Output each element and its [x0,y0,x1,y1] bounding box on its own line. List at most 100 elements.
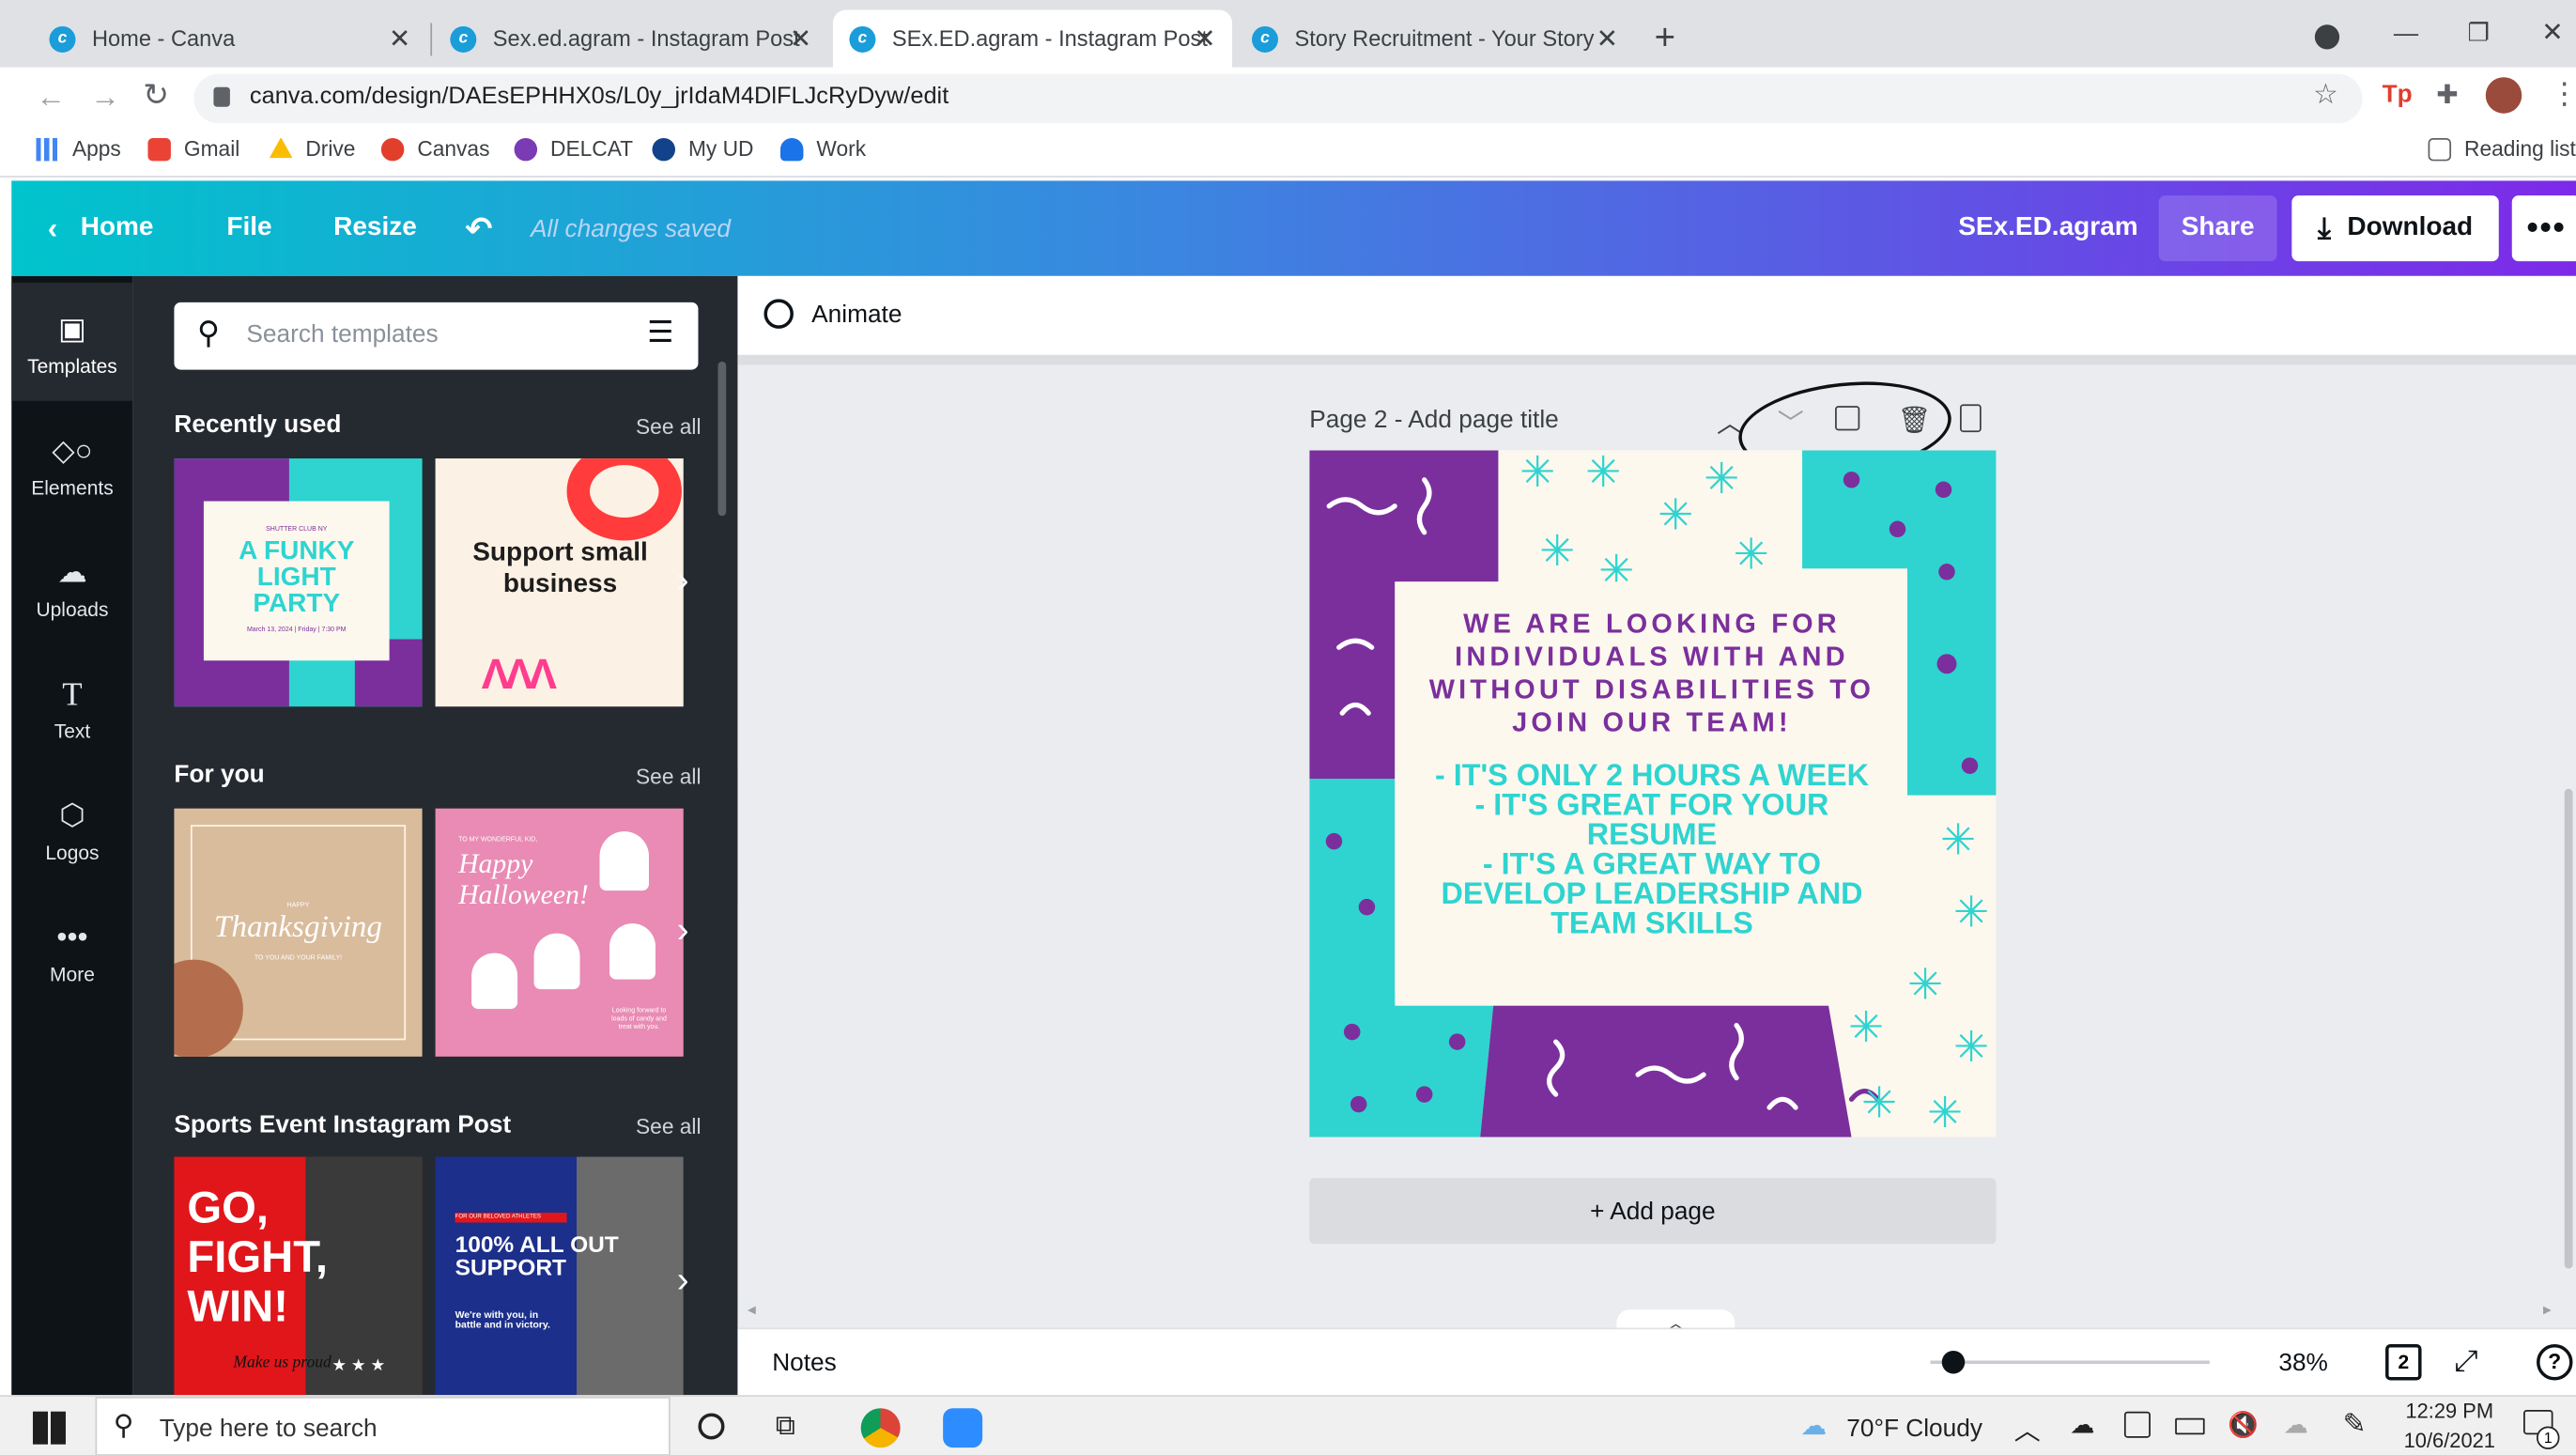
rail-label: More [50,963,95,986]
reading-list[interactable]: Reading list [2428,136,2576,161]
browser-tab-sexedagram-active[interactable]: c SEx.ED.agram - Instagram Post ✕ [832,9,1233,68]
chevron-right-icon[interactable]: › [677,908,689,951]
clock[interactable]: 12:29 PM 10/6/2021 [2402,1400,2497,1452]
tab-search-icon[interactable] [2314,24,2340,50]
zigzag-shape: ΛΛΛ [481,648,558,699]
halloween-title: Happy Halloween! [458,847,589,911]
template-thumb-support-small-business[interactable]: Support small business ΛΛΛ [435,458,684,707]
zoom-slider[interactable] [1930,1350,2210,1374]
minimize-window-icon[interactable]: — [2394,20,2418,48]
close-tab-icon[interactable]: ✕ [1194,23,1215,55]
bookmark-star-icon[interactable]: ☆ [2313,79,2338,112]
address-bar[interactable]: canva.com/design/DAEsEPHHX0s/L0y_jrIdaM4… [193,73,2363,124]
halloween-bottom: Looking forward to loads of candy and tr… [611,1005,667,1030]
recruitment-bullets[interactable]: - IT'S ONLY 2 HOURS A WEEK - IT'S GREAT … [1419,760,1884,938]
meet-now-icon[interactable] [2123,1411,2151,1438]
zoom-app-icon[interactable] [943,1408,983,1448]
see-all-sports-event[interactable]: See all [636,1114,702,1138]
see-all-recently-used[interactable]: See all [636,414,702,439]
chevron-right-icon[interactable]: › [677,1259,689,1301]
download-button[interactable]: ⤓ Download [2291,195,2499,262]
restore-window-icon[interactable]: ❐ [2468,18,2491,48]
bookmark-gmail[interactable]: Gmail [147,136,239,161]
recruitment-headline[interactable]: WE ARE LOOKING FOR INDIVIDUALS WITH AND … [1416,608,1888,739]
browser-tab-home-canva[interactable]: c Home - Canva ✕ [33,9,427,67]
template-thumb-thanksgiving[interactable]: HAPPY Thanksgiving TO YOU AND YOUR FAMIL… [174,808,423,1057]
task-view-icon[interactable]: ⧉ [776,1410,795,1443]
weather-text[interactable]: 70°F Cloudy [1846,1415,1982,1443]
chrome-taskbar-icon[interactable] [860,1408,901,1448]
filter-sliders-icon[interactable]: ☰ [647,316,673,350]
close-tab-icon[interactable]: ✕ [389,23,410,55]
more-options-icon[interactable]: ••• [2511,195,2576,262]
rail-elements[interactable]: ◇○ Elements [11,404,132,522]
rail-templates[interactable]: ▣ Templates [11,282,133,401]
bookmark-work[interactable]: Work [779,136,866,161]
bookmark-my-ud[interactable]: My UD [652,136,753,161]
resize-button[interactable]: Resize [333,180,417,275]
search-placeholder: Search templates [246,320,439,348]
animate-button[interactable]: Animate [811,301,902,329]
undo-icon[interactable]: ↶ [465,180,492,275]
share-button[interactable]: Share [2158,195,2277,262]
template-thumb-go-fight-win[interactable]: GO, FIGHT, WIN! Make us proud ★ ★ ★ [174,1156,423,1396]
onedrive-icon[interactable]: ☁ [2070,1410,2094,1440]
page-grid-button[interactable]: 2 [2385,1343,2422,1381]
cortana-icon[interactable] [698,1413,725,1440]
bookmark-drive[interactable]: Drive [269,136,355,161]
chevron-right-icon[interactable]: › [677,559,689,601]
bookmark-apps[interactable]: Apps [36,136,121,161]
zoom-level[interactable]: 38% [2278,1349,2328,1377]
help-icon[interactable]: ? [2537,1343,2573,1381]
volume-muted-icon[interactable]: 🔇 [2228,1410,2259,1440]
zoom-slider-knob[interactable] [1941,1350,1965,1374]
extensions-puzzle-icon[interactable]: ✚ [2436,79,2458,112]
forward-arrow-icon[interactable]: → [90,81,119,116]
bookmark-label: DELCAT [550,136,634,162]
notes-button[interactable]: Notes [772,1349,837,1377]
file-menu-button[interactable]: File [226,180,271,275]
template-thumb-all-out-support[interactable]: FOR OUR BELOVED ATHLETES 100% ALL OUT SU… [435,1156,684,1396]
network-icon[interactable]: ☁ [2284,1410,2308,1440]
windows-start-icon[interactable] [32,1411,66,1445]
browser-tab-story-recruitment[interactable]: c Story Recruitment - Your Story ✕ [1236,9,1635,67]
template-thumb-funky-party[interactable]: SHUTTER CLUB NY A FUNKY LIGHT PARTY Marc… [174,458,423,707]
new-tab-icon[interactable]: + [1655,16,1675,58]
browser-tab-sexedagram-1[interactable]: c Sex.ed.agram - Instagram Post ✕ [434,9,828,67]
back-arrow-icon[interactable]: ← [36,81,65,116]
bookmark-canvas[interactable]: Canvas [380,136,489,161]
search-templates-input[interactable]: ⚲ Search templates ☰ [174,302,699,370]
close-tab-icon[interactable]: ✕ [790,23,811,55]
design-title[interactable]: SEx.ED.agram [1958,180,2137,275]
panel-scrollbar[interactable] [717,361,727,517]
browser-menu-icon[interactable]: ⋮ [2550,77,2576,112]
rail-more[interactable]: ••• More [11,890,132,1009]
profile-avatar[interactable] [2485,77,2522,114]
url-text: canva.com/design/DAEsEPHHX0s/L0y_jrIdaM4… [249,84,949,111]
taskbar-search-box[interactable]: ⚲ Type here to search [95,1396,671,1455]
ghost-icon [471,952,518,1010]
pen-icon[interactable]: ✎ [2343,1408,2367,1441]
close-tab-icon[interactable]: ✕ [1597,23,1618,55]
bullet-item: - IT'S GREAT FOR YOUR RESUME [1474,786,1829,852]
close-window-icon[interactable]: ✕ [2541,16,2563,49]
canvas-vertical-scrollbar[interactable] [2564,788,2573,1269]
scroll-right-icon[interactable]: ▸ [2543,1301,2552,1319]
page-title-label[interactable]: Page 2 - Add page title [1309,406,1559,434]
rail-uploads[interactable]: ☁ Uploads [11,526,132,644]
bookmark-delcat[interactable]: DELCAT [514,136,634,162]
design-canvas-page-2[interactable]: ✳ ✳ ✳ ✳ ✳ ✳ ✳ ✳ ✳ ✳ ✳ ✳ ✳ ✳ WE ARE LOOKING FOR INDIV… [1309,450,1997,1138]
extension-tp-icon[interactable]: Tp [2383,81,2413,109]
home-button[interactable]: ‹ Home [48,180,154,275]
template-thumb-halloween[interactable]: TO MY WONDERFUL KID, Happy Halloween! Lo… [435,808,684,1057]
show-hidden-icons-icon[interactable]: ︿ [2014,1408,2041,1447]
add-page-button[interactable]: + Add page [1309,1178,1997,1245]
rail-text[interactable]: T Text [11,647,132,766]
rail-logos[interactable]: ⬡ Logos [11,769,132,888]
add-page-icon[interactable] [1959,404,1982,433]
reload-icon[interactable]: ↻ [143,77,169,115]
see-all-for-you[interactable]: See all [636,764,702,788]
battery-icon[interactable] [2175,1417,2205,1435]
fullscreen-icon[interactable]: ⤢ [2455,1344,2478,1379]
scroll-left-icon[interactable]: ◂ [748,1301,756,1319]
